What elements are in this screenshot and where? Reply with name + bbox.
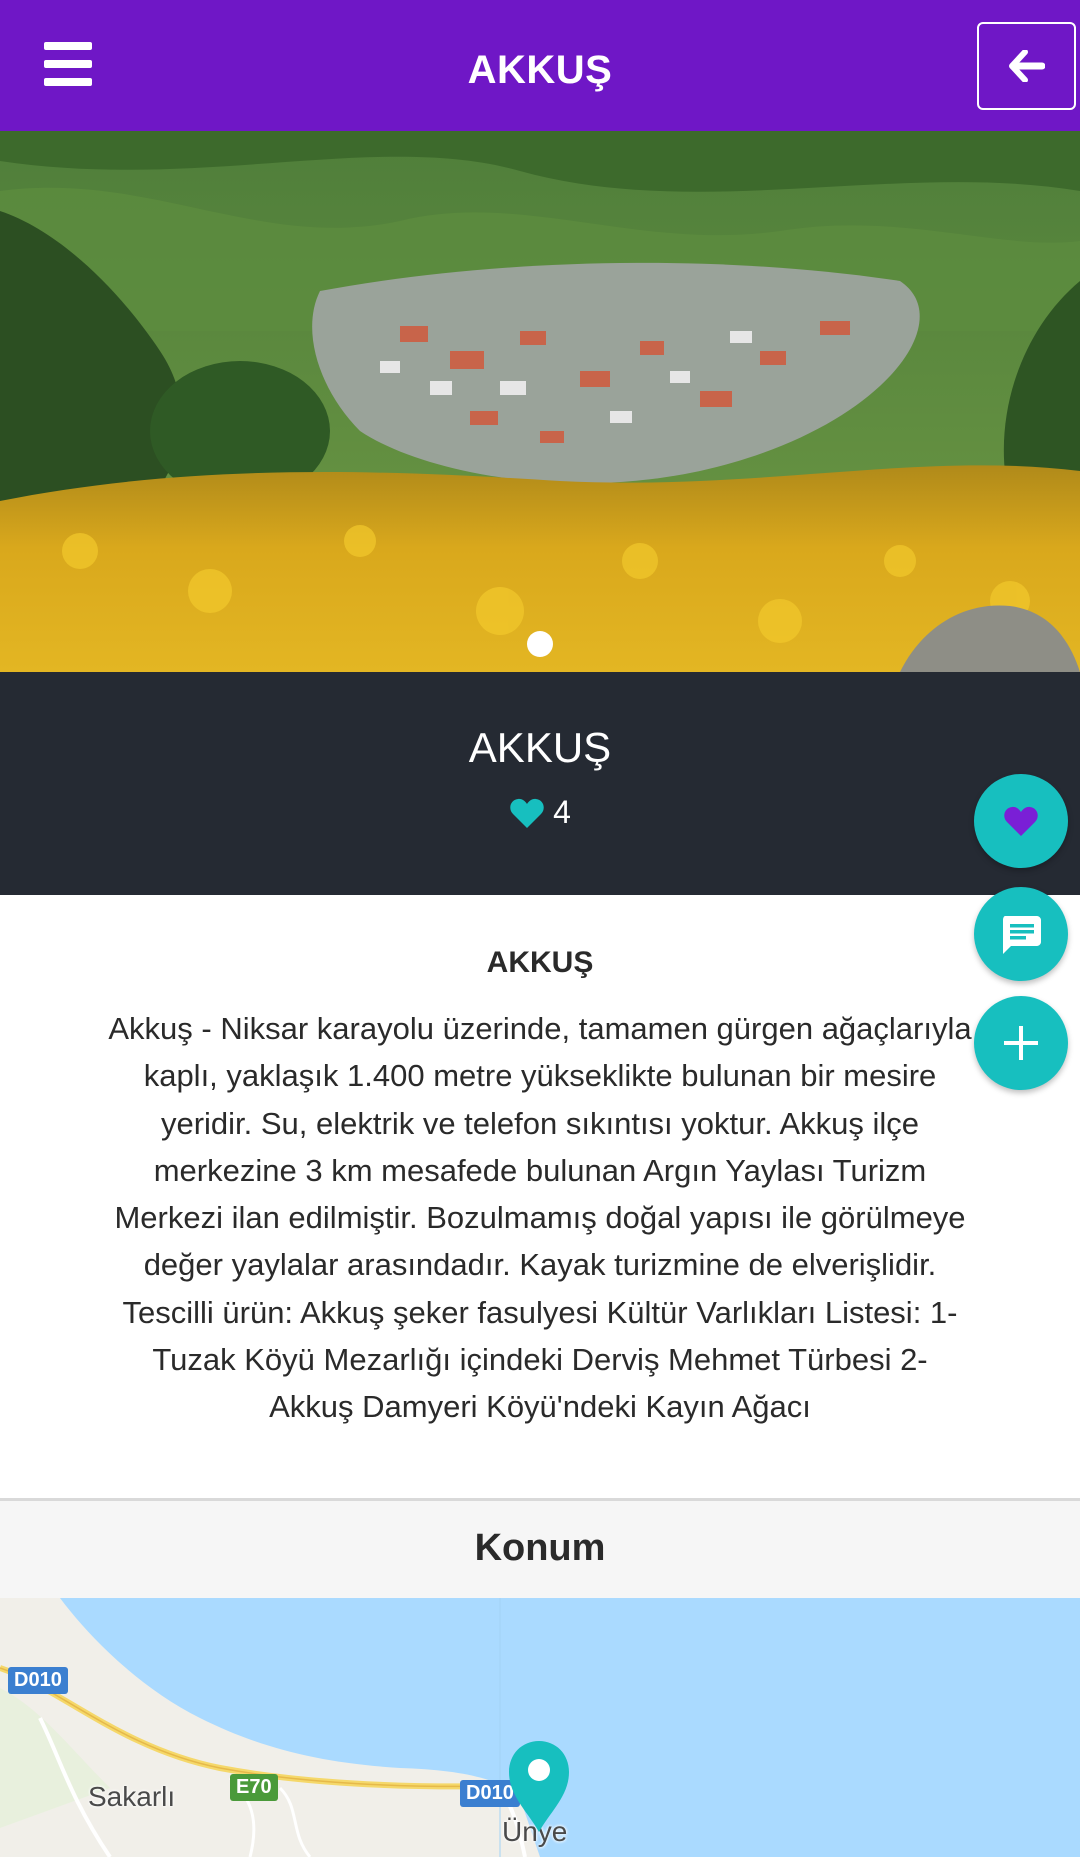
location-title: Konum <box>474 1527 606 1569</box>
place-name: AKKUŞ <box>468 724 612 771</box>
info-band: AKKUŞ 4 <box>0 672 1080 895</box>
location-header: Konum <box>0 1501 1080 1598</box>
back-button[interactable] <box>977 22 1076 110</box>
favorite-button[interactable] <box>974 774 1068 868</box>
slide-indicator-dot[interactable] <box>527 631 553 657</box>
description-title: AKKUŞ <box>486 946 594 979</box>
road-label-e70: E70 <box>230 1774 278 1801</box>
like-count: 4 <box>0 794 1080 831</box>
description-text: Akkuş - Niksar karayolu üzerinde, tamame… <box>108 1011 972 1425</box>
place-label-sakarli: Sakarlı <box>88 1781 176 1812</box>
location-map[interactable]: D010 E70 D010 Sakarlı Ünye <box>0 1598 1080 1857</box>
arrow-left-icon <box>1009 50 1045 82</box>
map-pin-icon[interactable] <box>506 1738 572 1834</box>
hero-photo <box>0 131 1080 672</box>
road-label-d010: D010 <box>8 1667 68 1694</box>
app-header: AKKUŞ <box>0 0 1080 131</box>
page-title: AKKUŞ <box>467 48 613 92</box>
heart-icon <box>510 798 544 828</box>
like-count-value: 4 <box>553 794 571 830</box>
hero-image-slider[interactable] <box>0 131 1080 672</box>
heart-icon <box>1004 806 1038 836</box>
